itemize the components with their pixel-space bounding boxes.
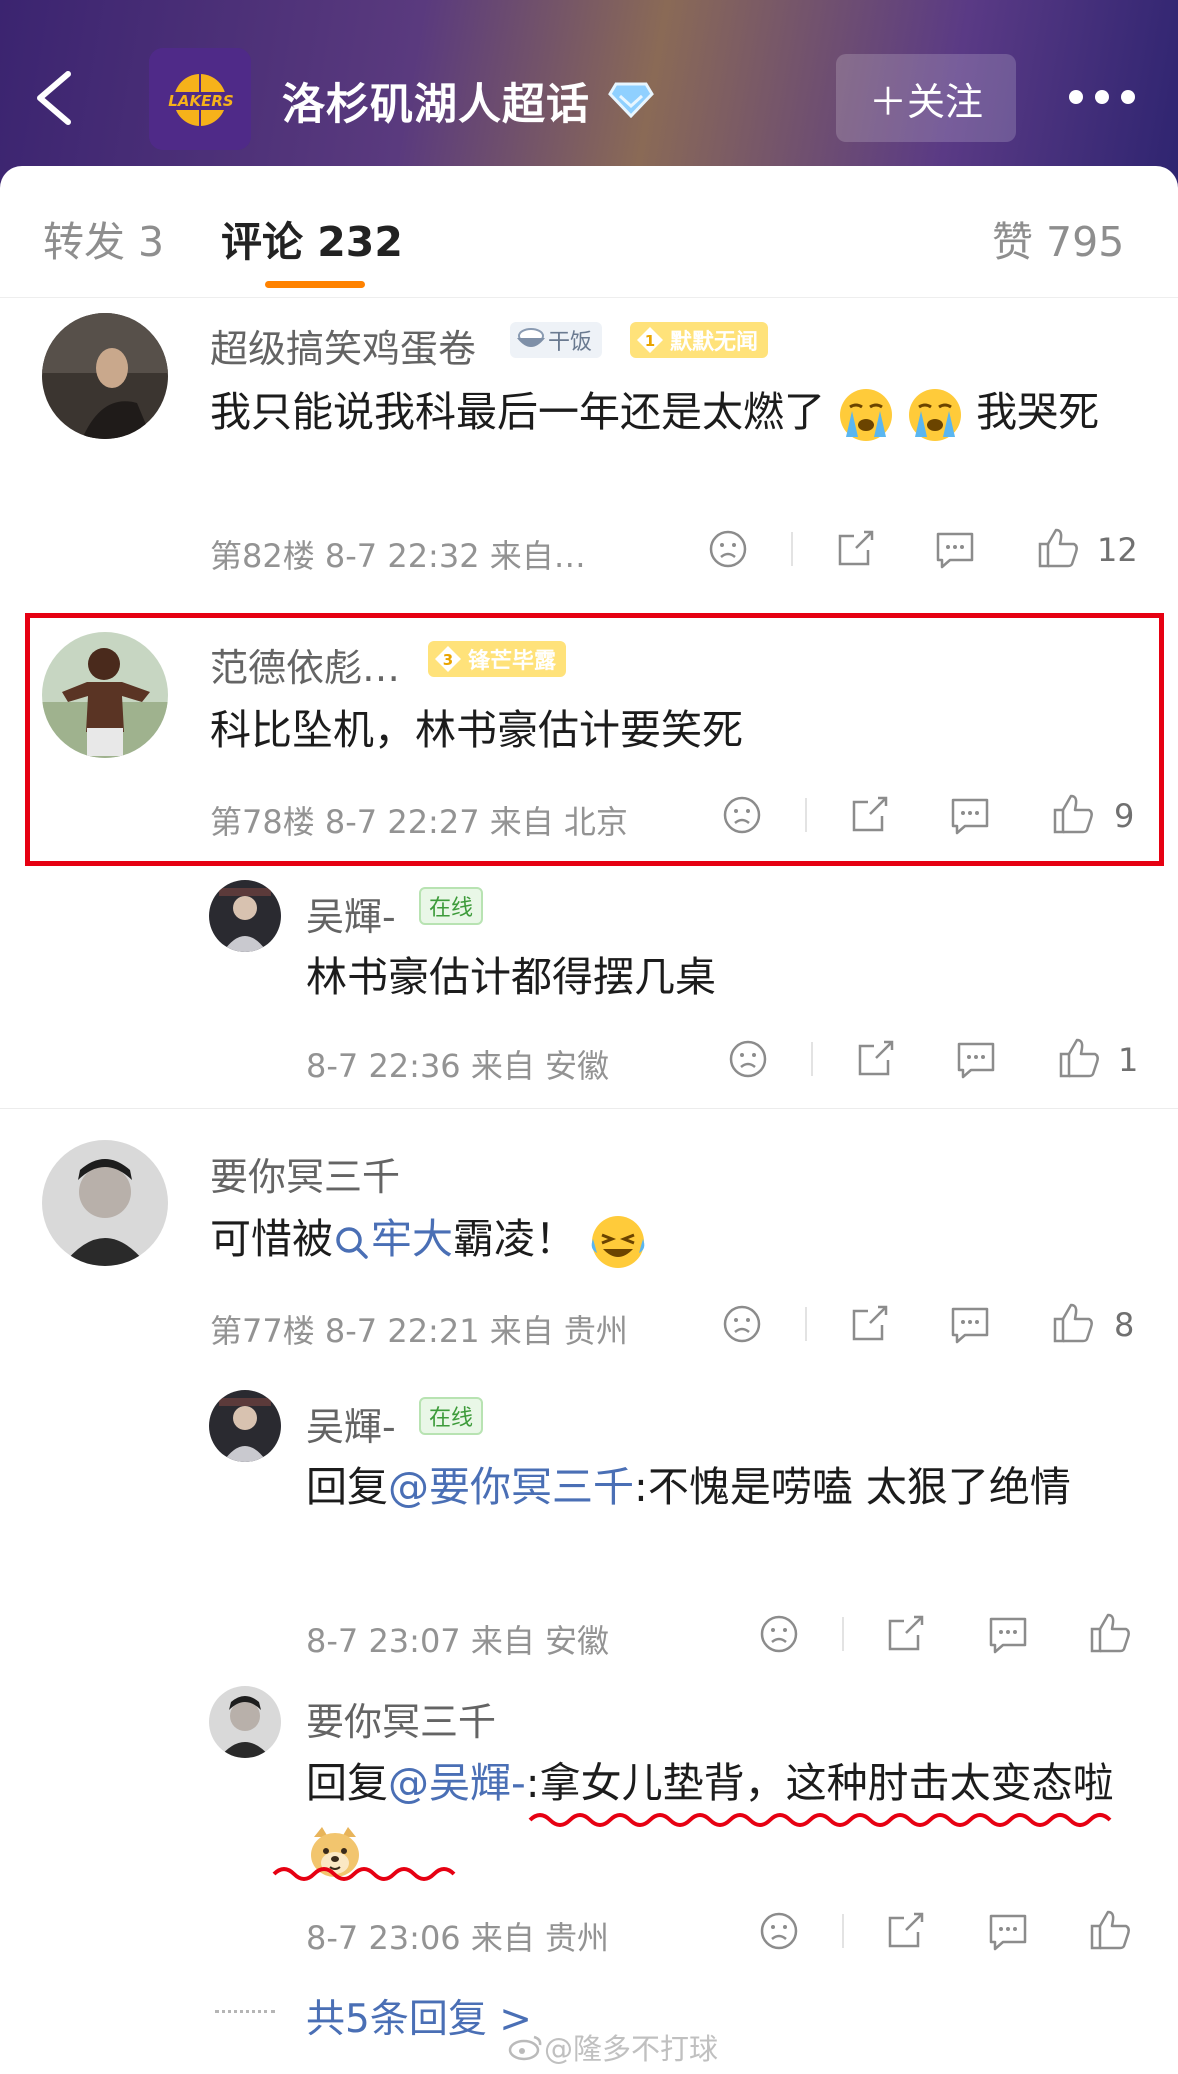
tab-reposts[interactable]: 转发 3: [43, 208, 164, 268]
action-divider: [805, 1307, 807, 1341]
username[interactable]: 吴輝-: [306, 1396, 396, 1451]
comment-icon[interactable]: [987, 1615, 1029, 1655]
red-squiggle-underline: [272, 1867, 456, 1881]
dislike-face-icon[interactable]: [722, 1304, 762, 1344]
diamond-badge-icon: [608, 82, 654, 118]
weibo-logo-icon: [508, 2035, 542, 2061]
dislike-face-icon[interactable]: [759, 1614, 799, 1654]
lakers-logo[interactable]: LAKERS: [149, 48, 251, 150]
comment-divider: [0, 1108, 1178, 1109]
comment-body-end: 霸凌！: [453, 1215, 576, 1263]
dislike-face-icon[interactable]: [759, 1911, 799, 1951]
username[interactable]: 要你冥三千: [210, 1146, 400, 1201]
crying-emoji-icon: [909, 389, 962, 441]
like-thumb-icon[interactable]: [1088, 1908, 1132, 1952]
avatar[interactable]: [42, 1140, 168, 1266]
avatar[interactable]: [209, 1686, 281, 1758]
fan-level-label: 默默无闻: [670, 330, 759, 355]
highlight-box: [25, 613, 1164, 866]
avatar[interactable]: [42, 313, 168, 439]
comment-icon[interactable]: [934, 530, 976, 570]
reply-text: 林书豪估计都得摆几桌: [306, 953, 716, 1001]
red-squiggle-underline: [528, 1813, 1112, 1827]
reply-thread-dots: [215, 2010, 275, 2014]
username[interactable]: 吴輝-: [306, 886, 396, 941]
rice-badge-label: 干饭: [548, 330, 593, 355]
search-topic-icon: [336, 1227, 368, 1259]
share-icon[interactable]: [854, 1038, 896, 1080]
like-count: 8: [1114, 1306, 1135, 1344]
back-arrow-icon[interactable]: [28, 60, 84, 136]
comment-body-end: 我哭死: [976, 388, 1100, 436]
svg-text:1: 1: [645, 332, 655, 350]
comment-icon[interactable]: [949, 1305, 991, 1345]
avatar[interactable]: [209, 880, 281, 952]
share-icon[interactable]: [884, 1613, 926, 1655]
rice-bowl-icon: [517, 328, 545, 347]
tab-comments[interactable]: 评论 232: [221, 208, 403, 268]
comment-body: 可惜被: [210, 1215, 333, 1263]
reply-text: 回复@要你冥三千:不愧是唠嗑 太狠了绝情: [306, 1454, 1126, 1520]
username[interactable]: 超级搞笑鸡蛋卷: [210, 318, 476, 373]
reply-meta: 8-7 23:07 来自 安徽: [306, 1622, 610, 1660]
like-thumb-icon[interactable]: [1057, 1036, 1101, 1080]
crying-emoji-icon: [840, 389, 893, 441]
page-title: 洛杉矶湖人超话: [282, 80, 590, 130]
like-thumb-icon[interactable]: [1088, 1611, 1132, 1655]
more-icon[interactable]: [1068, 88, 1136, 106]
comment-icon[interactable]: [987, 1912, 1029, 1952]
like-count: 12: [1097, 531, 1138, 569]
reply-meta: 8-7 23:06 来自 贵州: [306, 1919, 610, 1957]
comment-body: 我只能说我科最后一年还是太燃了: [210, 388, 825, 436]
mention-link[interactable]: @吴輝-: [388, 1759, 526, 1807]
comment-icon[interactable]: [955, 1040, 997, 1080]
comment-meta: 第82楼 8-7 22:32 来自…: [210, 537, 586, 575]
username[interactable]: 要你冥三千: [306, 1691, 496, 1746]
reply-body: :拿女儿垫背，这种肘击太变态啦: [525, 1759, 1114, 1807]
reply-body: :不愧是唠嗑 太狠了绝情: [634, 1463, 1071, 1511]
action-divider: [842, 1617, 844, 1651]
tab-likes[interactable]: 赞 795: [992, 208, 1124, 268]
follow-button[interactable]: ＋关注: [836, 54, 1016, 142]
reply-prefix: 回复: [306, 1759, 388, 1807]
level-diamond-icon: 1: [637, 327, 663, 353]
active-tab-indicator: [265, 281, 365, 288]
share-icon[interactable]: [884, 1910, 926, 1952]
tab-bar: 转发 3 评论 232 赞 795: [0, 166, 1178, 298]
comment-meta: 第77楼 8-7 22:21 来自 贵州: [210, 1312, 628, 1350]
svg-text:LAKERS: LAKERS: [168, 92, 233, 110]
comment-text: 我只能说我科最后一年还是太燃了 我哭死: [210, 379, 1130, 445]
online-badge: 在线: [419, 1397, 484, 1435]
mention-link[interactable]: @要你冥三千: [388, 1463, 634, 1511]
avatar[interactable]: [209, 1390, 281, 1462]
share-icon[interactable]: [848, 1303, 890, 1345]
dislike-face-icon[interactable]: [728, 1039, 768, 1079]
action-divider: [791, 532, 793, 566]
reply-meta: 8-7 22:36 来自 安徽: [306, 1047, 610, 1085]
action-divider: [811, 1042, 813, 1076]
like-thumb-icon[interactable]: [1051, 1301, 1095, 1345]
watermark-text: @隆多不打球: [544, 2032, 719, 2066]
online-badge: 在线: [419, 887, 484, 925]
reply-prefix: 回复: [306, 1463, 388, 1511]
comment-text: 可惜被 牢大霸凌！: [210, 1206, 1130, 1272]
fan-level-badge: 1 默默无闻: [630, 322, 769, 358]
laughing-tears-emoji-icon: [591, 1216, 645, 1268]
share-icon[interactable]: [834, 528, 876, 570]
dislike-face-icon[interactable]: [708, 529, 748, 569]
more-replies-link[interactable]: 共5条回复 >: [306, 1988, 532, 2044]
topic-link[interactable]: 牢大: [371, 1215, 453, 1263]
weibo-watermark: @隆多不打球: [508, 2026, 718, 2068]
like-count: 1: [1118, 1041, 1139, 1079]
rice-badge: 干饭: [510, 322, 603, 358]
like-thumb-icon[interactable]: [1036, 526, 1080, 570]
action-divider: [842, 1914, 844, 1948]
